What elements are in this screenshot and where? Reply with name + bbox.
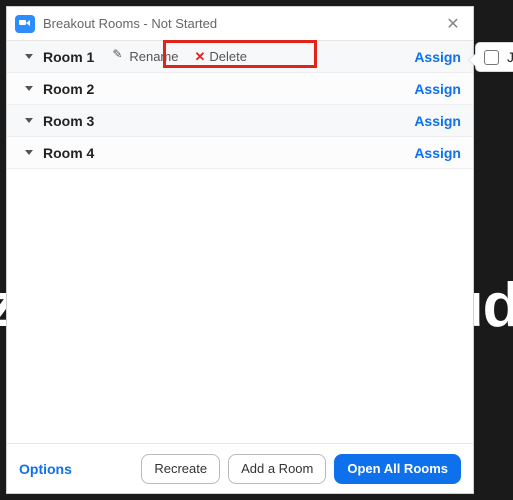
assign-popover: Judy [475,42,513,72]
caret-down-icon [25,86,33,91]
zoom-icon [15,15,35,33]
titlebar: Breakout Rooms - Not Started ✕ [7,7,473,41]
rooms-list: Room 1 Rename ✕ Delete Assign Room 2 Ass… [7,41,473,169]
assign-link[interactable]: Assign [414,113,461,129]
dialog-footer: Options Recreate Add a Room Open All Roo… [7,443,473,493]
add-room-button[interactable]: Add a Room [228,454,326,484]
assign-link[interactable]: Assign [414,49,461,65]
room-name: Room 3 [43,113,94,129]
delete-x-icon: ✕ [194,49,205,65]
recreate-button[interactable]: Recreate [141,454,220,484]
room-row[interactable]: Room 4 Assign [7,137,473,169]
close-icon[interactable]: ✕ [441,12,465,36]
breakout-rooms-dialog: Breakout Rooms - Not Started ✕ Room 1 Re… [6,6,474,494]
rename-button[interactable]: Rename [114,49,178,64]
room-row[interactable]: Room 2 Assign [7,73,473,105]
dialog-body [7,169,473,443]
room-row[interactable]: Room 1 Rename ✕ Delete Assign [7,41,473,73]
assign-link[interactable]: Assign [414,145,461,161]
pencil-icon [114,51,125,62]
caret-down-icon [25,54,33,59]
room-name: Room 2 [43,81,94,97]
participant-name: Judy [507,49,513,65]
options-link[interactable]: Options [19,461,133,477]
open-all-rooms-button[interactable]: Open All Rooms [334,454,461,484]
room-row[interactable]: Room 3 Assign [7,105,473,137]
caret-down-icon [25,150,33,155]
delete-button[interactable]: ✕ Delete [194,49,246,65]
rename-label: Rename [129,49,178,64]
room-name: Room 4 [43,145,94,161]
caret-down-icon [25,118,33,123]
window-title: Breakout Rooms - Not Started [43,16,441,31]
participant-checkbox[interactable] [484,50,499,65]
assign-link[interactable]: Assign [414,81,461,97]
room-actions: Rename ✕ Delete [114,49,247,65]
room-name: Room 1 [43,49,94,65]
delete-label: Delete [209,49,247,64]
